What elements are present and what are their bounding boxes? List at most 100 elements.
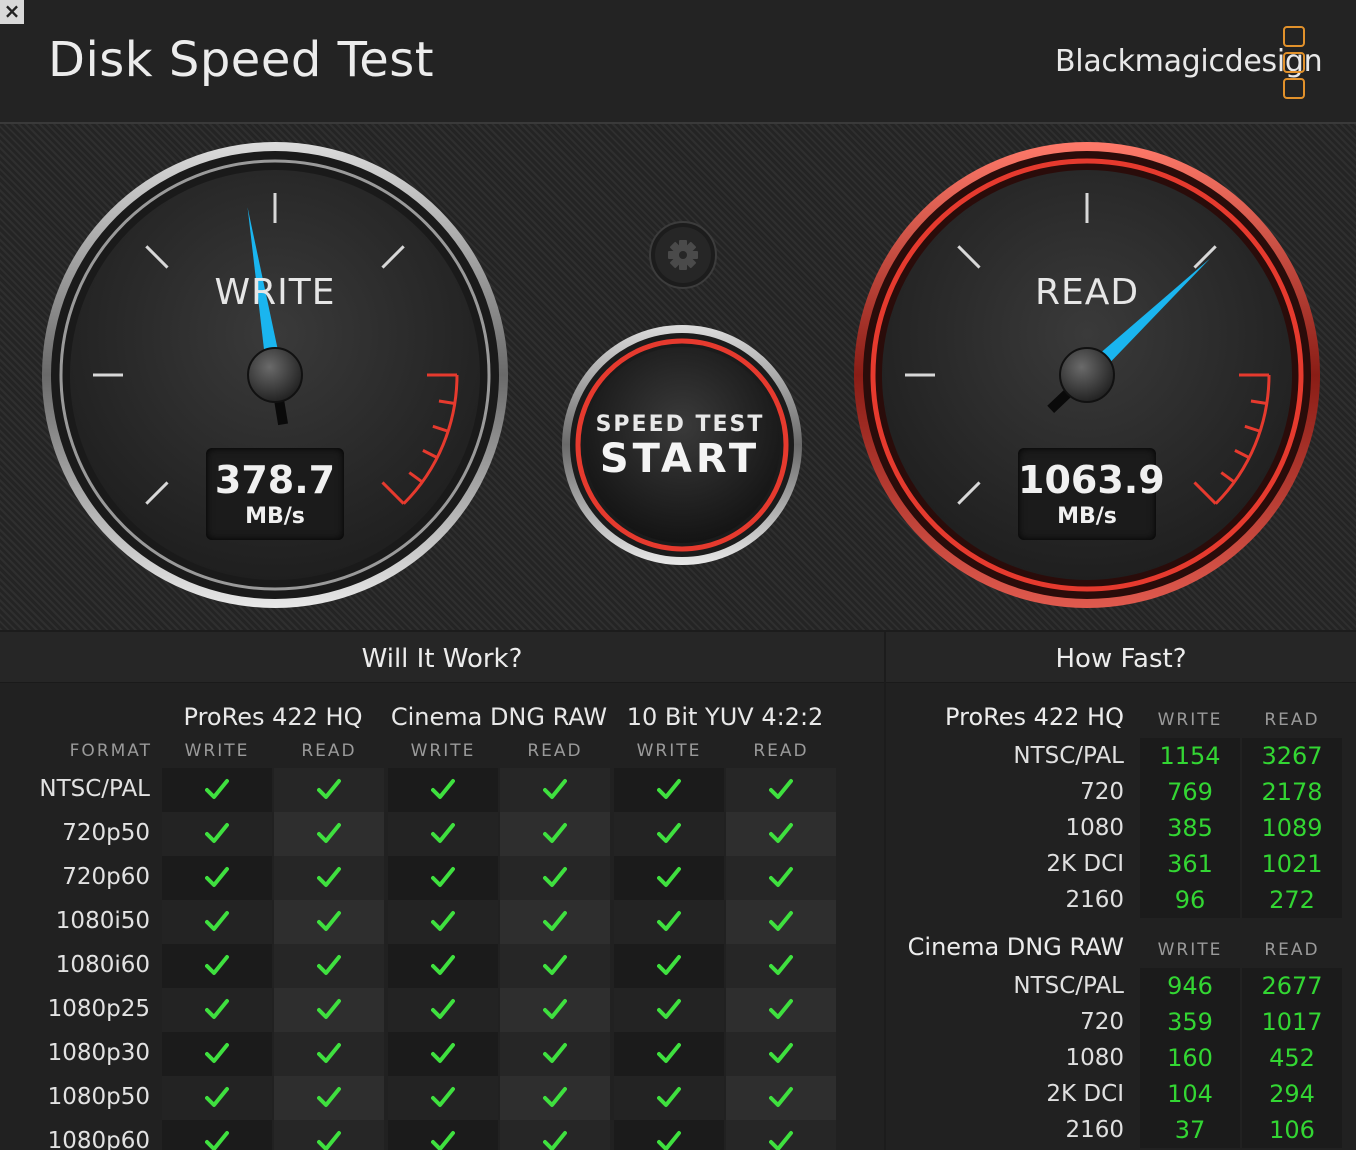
checkmark-icon (543, 779, 567, 799)
will-check-cell (726, 1120, 836, 1150)
write-unit: MB/s (245, 504, 305, 529)
close-icon[interactable]: × (0, 0, 24, 24)
how-fast-section-title: ProRes 422 HQ (945, 703, 1124, 731)
how-fast-row-label: NTSC/PAL (1013, 973, 1124, 999)
how-fast-read-value: 2677 (1261, 972, 1323, 1000)
read-readout: 1063.9 MB/s (1018, 448, 1165, 540)
checkmark-icon (657, 955, 681, 975)
how-fast-row-label: 2K DCI (1046, 1081, 1124, 1107)
checkmark-icon (769, 823, 793, 843)
will-check-cell (500, 1120, 610, 1150)
will-check-cell (726, 900, 836, 944)
checkmark-icon (657, 1087, 681, 1107)
format-name: 720p60 (62, 864, 150, 890)
checkmark-icon (317, 999, 341, 1019)
will-check-cell (614, 988, 724, 1032)
will-check-cell (162, 1120, 272, 1150)
will-check-cell (388, 988, 498, 1032)
how-fast-read-value: 272 (1269, 886, 1315, 914)
checkmark-icon (431, 911, 455, 931)
checkmark-icon (431, 823, 455, 843)
will-check-cell (274, 856, 384, 900)
will-check-cell (500, 812, 610, 856)
will-check-cell (388, 856, 498, 900)
will-check-cell (162, 944, 272, 988)
will-check-cell (274, 1120, 384, 1150)
checkmark-icon (431, 867, 455, 887)
how-fast-write-value: 385 (1167, 814, 1213, 842)
checkmark-icon (431, 779, 455, 799)
checkmark-icon (317, 1087, 341, 1107)
will-check-cell (500, 1032, 610, 1076)
how-fast-row-label: 2160 (1065, 1117, 1124, 1143)
gear-icon[interactable] (649, 221, 717, 289)
checkmark-icon (317, 955, 341, 975)
will-check-cell (726, 1076, 836, 1120)
will-yuv-write-header: WRITE (636, 741, 702, 761)
how-fast-row-label: 720 (1080, 1009, 1124, 1035)
how-fast-row-label: 1080 (1065, 1045, 1124, 1071)
blackmagic-logo-icon (1282, 26, 1306, 100)
will-check-cell (726, 856, 836, 900)
read-unit: MB/s (1057, 504, 1117, 529)
format-name: 1080p30 (47, 1040, 150, 1066)
format-name: 1080p60 (47, 1128, 150, 1150)
checkmark-icon (657, 823, 681, 843)
will-check-cell (162, 1032, 272, 1076)
will-check-cell (388, 1032, 498, 1076)
will-check-cell (274, 1032, 384, 1076)
will-check-cell (726, 988, 836, 1032)
how-fast-column-header: READ (1264, 710, 1320, 730)
checkmark-icon (769, 1043, 793, 1063)
checkmark-icon (205, 823, 229, 843)
will-check-cell (500, 900, 610, 944)
checkmark-icon (543, 1131, 567, 1150)
how-fast-write-value: 359 (1167, 1008, 1213, 1036)
how-fast-write-value: 361 (1167, 850, 1213, 878)
will-check-cell (388, 812, 498, 856)
checkmark-icon (769, 779, 793, 799)
checkmark-icon (205, 911, 229, 931)
will-check-cell (726, 944, 836, 988)
how-fast-read-value: 1017 (1261, 1008, 1323, 1036)
checkmark-icon (769, 911, 793, 931)
checkmark-icon (431, 955, 455, 975)
will-check-cell (274, 944, 384, 988)
will-check-cell (500, 988, 610, 1032)
will-check-cell (162, 900, 272, 944)
checkmark-icon (657, 1043, 681, 1063)
checkmark-icon (205, 1043, 229, 1063)
how-fast-write-value: 1154 (1159, 742, 1221, 770)
start-button-caption: SPEED TEST (595, 412, 765, 437)
format-name: 1080p25 (47, 996, 150, 1022)
app-title: Disk Speed Test (48, 32, 435, 88)
checkmark-icon (317, 1131, 341, 1150)
checkmark-icon (205, 1131, 229, 1150)
checkmark-icon (769, 1087, 793, 1107)
format-name: 720p50 (62, 820, 150, 846)
format-name: 1080p50 (47, 1084, 150, 1110)
checkmark-icon (205, 779, 229, 799)
checkmark-icon (317, 911, 341, 931)
checkmark-icon (543, 1087, 567, 1107)
how-fast-column-header: WRITE (1157, 940, 1223, 960)
disk-speed-test-window: × Disk Speed Test Blackmagicdesign WRITE… (0, 0, 1356, 1150)
how-fast-row-label: 2K DCI (1046, 851, 1124, 877)
will-check-cell (274, 900, 384, 944)
how-fast-write-value: 37 (1174, 1116, 1206, 1144)
will-check-cell (274, 768, 384, 812)
will-prores-read-header: READ (301, 741, 357, 761)
will-group-prores: ProRes 422 HQ (183, 703, 363, 731)
checkmark-icon (317, 867, 341, 887)
how-fast-write-value: 104 (1167, 1080, 1213, 1108)
read-value: 1063.9 (1018, 458, 1165, 502)
how-fast-column-header: WRITE (1157, 710, 1223, 730)
how-fast-read-value: 106 (1269, 1116, 1315, 1144)
how-fast-read-value: 3267 (1261, 742, 1323, 770)
will-check-cell (388, 1120, 498, 1150)
how-fast-write-value: 96 (1174, 886, 1206, 914)
checkmark-icon (317, 823, 341, 843)
how-fast-read-value: 294 (1269, 1080, 1315, 1108)
checkmark-icon (205, 867, 229, 887)
how-fast-read-value: 452 (1269, 1044, 1315, 1072)
